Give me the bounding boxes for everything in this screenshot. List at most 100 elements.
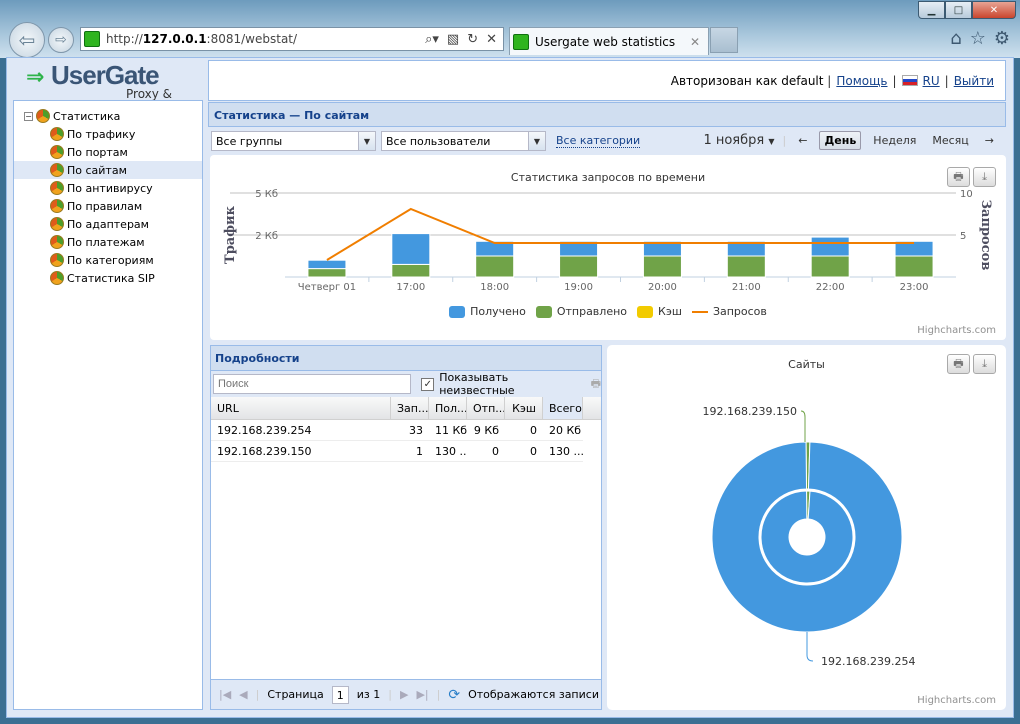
sip-stats-icon xyxy=(50,271,64,285)
column-received[interactable]: Пол... xyxy=(429,397,467,419)
period-month-button[interactable]: Месяц xyxy=(928,132,972,149)
forward-button[interactable]: ⇨ xyxy=(48,27,74,53)
x-tick-label: Четверг 01 xyxy=(298,282,356,293)
bar-sent xyxy=(726,255,766,278)
compat-view-icon[interactable]: ▧ xyxy=(447,32,459,47)
gear-icon[interactable]: ⚙ xyxy=(994,28,1010,49)
categories-link[interactable]: Все категории xyxy=(556,134,641,148)
chevron-down-icon[interactable]: ▼ xyxy=(528,132,545,150)
highcharts-credit[interactable]: Highcharts.com xyxy=(917,695,996,706)
collapse-icon[interactable]: − xyxy=(24,111,33,121)
search-input[interactable] xyxy=(213,374,412,394)
refresh-icon[interactable]: ⟳ xyxy=(448,687,460,703)
bar-sent xyxy=(559,255,599,278)
site-favicon-icon xyxy=(84,31,100,47)
minimize-button[interactable]: ▁ xyxy=(918,1,945,19)
legend-label: Запросов xyxy=(712,305,767,318)
adapters-stats-icon xyxy=(50,217,64,231)
sidebar-item-sites[interactable]: По сайтам xyxy=(14,161,202,179)
show-unknown-label: Показывать неизвестные xyxy=(439,371,515,397)
separator: | xyxy=(388,688,392,701)
y2-axis-label: Запросов xyxy=(978,200,993,271)
checkbox-checked-icon[interactable]: ✓ xyxy=(421,377,435,391)
sidebar-item-antivirus[interactable]: По антивирусу xyxy=(14,179,202,197)
x-tick-label: 18:00 xyxy=(480,282,509,293)
show-unknown-checkbox[interactable]: ✓ Показывать неизвестные 🖶 xyxy=(421,371,601,397)
period-day-button[interactable]: День xyxy=(819,131,862,150)
sidebar-item-rules[interactable]: По правилам xyxy=(14,197,202,215)
users-select-value: Все пользователи xyxy=(386,134,491,148)
tab-favicon-icon xyxy=(513,33,529,50)
separator: | xyxy=(255,688,260,701)
new-tab-button[interactable] xyxy=(710,27,738,53)
logout-link[interactable]: Выйти xyxy=(954,74,994,88)
groups-select[interactable]: Все группы ▼ xyxy=(211,131,376,151)
legend-item-sent[interactable]: Отправлено xyxy=(535,305,628,318)
help-link[interactable]: Помощь xyxy=(836,74,887,88)
legend-item-received[interactable]: Получено xyxy=(449,305,526,318)
top-bar: Авторизован как default | Помощь | RU | … xyxy=(208,60,1006,101)
legend-item-cache[interactable]: Кэш xyxy=(637,305,682,318)
next-period-button[interactable]: → xyxy=(981,132,998,149)
printer-icon[interactable]: 🖶 xyxy=(591,375,601,394)
column-sent[interactable]: Отп... xyxy=(467,397,505,419)
address-bar[interactable]: http://127.0.0.1:8081/webstat/ ⌕▾ ▧ ↻ ✕ xyxy=(80,27,504,51)
next-page-icon[interactable]: ▶ xyxy=(400,688,408,701)
cell-cache: 0 xyxy=(530,445,537,458)
rules-stats-icon xyxy=(50,199,64,213)
chevron-down-icon[interactable]: ▼ xyxy=(358,132,375,150)
auth-status: Авторизован как default xyxy=(670,73,824,88)
refresh-icon[interactable]: ↻ xyxy=(467,32,478,47)
url-text[interactable]: http://127.0.0.1:8081/webstat/ xyxy=(106,32,297,46)
legend-label: Кэш xyxy=(658,305,682,318)
language-link[interactable]: RU xyxy=(923,74,940,88)
browser-tab[interactable]: Usergate web statistics ✕ xyxy=(509,27,709,55)
arrow-left-icon: ⇦ xyxy=(18,28,36,52)
prev-period-button[interactable]: ← xyxy=(794,132,811,149)
first-page-icon[interactable]: |◀ xyxy=(219,688,231,701)
traffic-stats-icon xyxy=(50,127,64,141)
home-icon[interactable]: ⌂ xyxy=(950,28,961,49)
cell-url: 192.168.239.254 xyxy=(217,424,312,437)
sidebar-item-ports[interactable]: По портам xyxy=(14,143,202,161)
sidebar-item-label: По антивирусу xyxy=(67,181,153,195)
url-host: 127.0.0.1 xyxy=(142,32,207,46)
close-tab-icon[interactable]: ✕ xyxy=(690,35,700,49)
tree-root-statistics[interactable]: − Статистика xyxy=(14,107,202,125)
antivirus-stats-icon xyxy=(50,181,64,195)
bar-sent xyxy=(642,255,682,278)
search-icon[interactable]: ⌕▾ xyxy=(425,32,439,47)
legend-label: Отправлено xyxy=(556,305,628,318)
sidebar-item-sip[interactable]: Статистика SIP xyxy=(14,269,202,287)
column-url[interactable]: URL xyxy=(211,397,391,419)
highcharts-credit[interactable]: Highcharts.com xyxy=(917,325,996,336)
close-window-button[interactable]: ✕ xyxy=(972,1,1016,19)
last-page-icon[interactable]: ▶| xyxy=(416,688,428,701)
page-number-input[interactable]: 1 xyxy=(331,685,349,704)
sidebar-item-categories[interactable]: По категориям xyxy=(14,251,202,269)
stop-icon[interactable]: ✕ xyxy=(486,32,497,47)
table-row[interactable]: 192.168.239.254 33 11 Кб 9 Кб 0 20 Кб xyxy=(211,420,583,441)
legend-item-requests[interactable]: Запросов xyxy=(691,305,767,318)
sidebar-item-adapters[interactable]: По адаптерам xyxy=(14,215,202,233)
favorites-star-icon[interactable]: ☆ xyxy=(970,28,986,49)
date-picker[interactable]: 1 ноября ▼ xyxy=(703,133,774,148)
sidebar-item-label: По трафику xyxy=(67,127,136,141)
cell-sent: 0 xyxy=(492,445,499,458)
cell-received: 130 ... xyxy=(435,445,467,458)
column-cache[interactable]: Кэш xyxy=(505,397,543,419)
separator: | xyxy=(436,688,441,701)
table-row[interactable]: 192.168.239.150 1 130 ... 0 0 130 ... xyxy=(211,441,583,462)
sidebar-item-payments[interactable]: По платежам xyxy=(14,233,202,251)
maximize-button[interactable]: □ xyxy=(945,1,972,19)
sidebar-item-traffic[interactable]: По трафику xyxy=(14,125,202,143)
page-title: Статистика — По сайтам xyxy=(208,102,1006,127)
users-select[interactable]: Все пользователи ▼ xyxy=(381,131,546,151)
pagination-toolbar: |◀ ◀ | Страница 1 из 1 | ▶ ▶| | ⟳ Отобра… xyxy=(211,679,601,709)
back-button[interactable]: ⇦ xyxy=(9,22,45,58)
period-week-button[interactable]: Неделя xyxy=(869,132,920,149)
column-requests[interactable]: Зап... xyxy=(391,397,429,419)
prev-page-icon[interactable]: ◀ xyxy=(239,688,247,701)
sidebar-item-label: По адаптерам xyxy=(67,217,149,231)
column-total[interactable]: Всего xyxy=(543,397,583,419)
